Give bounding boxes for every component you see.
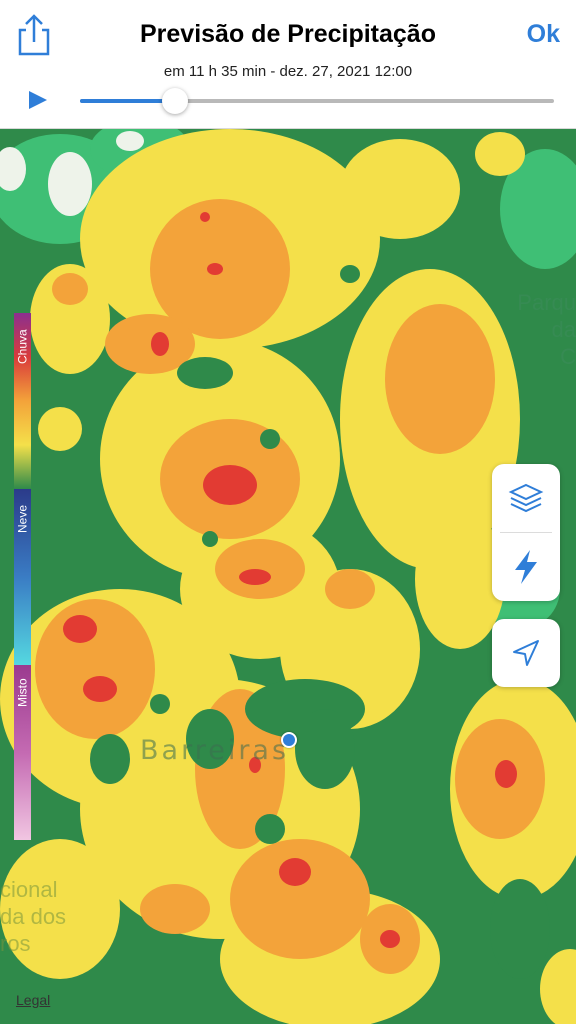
play-button[interactable] — [26, 88, 50, 112]
map-reserve-label: cional da dos ros — [0, 877, 67, 956]
location-control — [492, 619, 560, 687]
lightning-icon — [515, 550, 537, 584]
timeline-slider-thumb[interactable] — [161, 88, 188, 114]
location-arrow-icon — [513, 640, 539, 666]
radar-layer — [0, 129, 576, 1024]
legend-rain-label: Chuva — [15, 329, 30, 365]
forecast-time: em 11 h 35 min - dez. 27, 2021 12:00 — [163, 63, 413, 80]
map-city-label: Barreiras — [140, 735, 290, 766]
precipitation-map[interactable]: Barreiras Parqu da C — [0, 129, 576, 1024]
precipitation-legend: Chuva Neve Misto — [14, 313, 31, 840]
ok-button[interactable]: Ok — [527, 20, 560, 49]
play-icon — [29, 91, 47, 109]
lightning-button[interactable] — [492, 533, 560, 601]
timeline-slider-fill — [80, 99, 175, 103]
my-location-button[interactable] — [492, 619, 560, 687]
map-park-label: Parqu da C — [517, 290, 576, 369]
page-title: Previsão de Precipitação — [140, 20, 436, 48]
map-controls-group — [492, 464, 560, 601]
legend-mixed-label: Misto — [15, 678, 30, 708]
legend-snow-label: Neve — [15, 505, 30, 534]
current-location-dot — [281, 732, 297, 748]
forecast-header: Previsão de Precipitação Ok em 11 h 35 m… — [0, 0, 576, 129]
layers-icon — [508, 483, 544, 513]
timeline-slider[interactable] — [80, 88, 554, 114]
layers-button[interactable] — [492, 464, 560, 532]
legal-link[interactable]: Legal — [16, 992, 50, 1008]
